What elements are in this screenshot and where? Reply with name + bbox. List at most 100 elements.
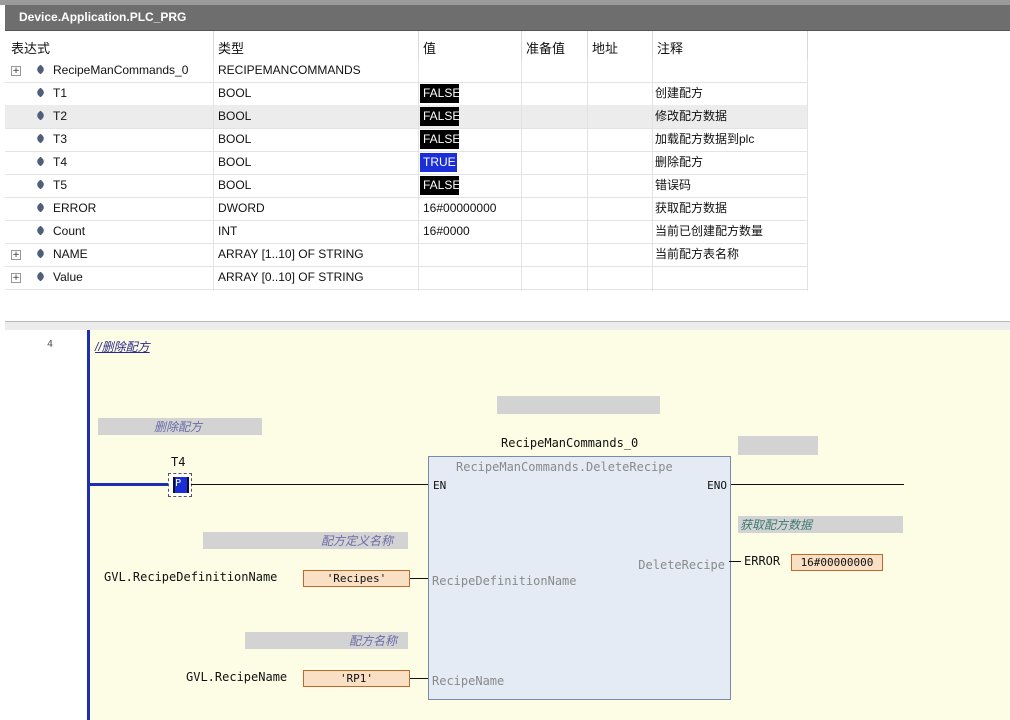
header-divider[interactable] (418, 31, 419, 59)
contact-comment-box[interactable]: 删除配方 (98, 418, 262, 435)
contact-p-label: P (175, 478, 182, 489)
comment-placeholder[interactable] (738, 436, 818, 455)
fb-instance-name[interactable]: RecipeManCommands_0 (501, 436, 638, 450)
output-variable[interactable]: ERROR (744, 554, 780, 568)
contact-selection[interactable]: P (168, 473, 192, 497)
row-type: BOOL (218, 109, 252, 123)
row-expression: Count (53, 224, 86, 238)
row-comment: 加载配方数据到plc (655, 132, 755, 146)
row-comment: 错误码 (655, 178, 692, 192)
row-type: DWORD (218, 201, 265, 215)
header-value[interactable]: 值 (423, 38, 436, 57)
column-divider (418, 59, 419, 291)
header-comment[interactable]: 注释 (657, 38, 683, 57)
row-type: ARRAY [1..10] OF STRING (218, 247, 364, 261)
row-value[interactable]: FALSE (420, 107, 460, 126)
expand-toggle[interactable]: + (11, 66, 21, 76)
input-variable-name[interactable]: GVL.RecipeName (186, 670, 287, 684)
table-row[interactable]: T5 BOOL FALSE 错误码 (5, 174, 807, 198)
contact-variable[interactable]: T4 (171, 455, 185, 469)
header-expression[interactable]: 表达式 (11, 38, 50, 57)
pin-eno[interactable]: ENO (707, 479, 727, 492)
expand-toggle[interactable]: + (11, 273, 21, 283)
header-prepared-value[interactable]: 准备值 (526, 38, 565, 57)
row-expression: T3 (53, 132, 68, 146)
input-value-name[interactable]: 'RP1' (303, 670, 410, 687)
table-row[interactable]: T3 BOOL FALSE 加载配方数据到plc (5, 128, 807, 152)
row-type: BOOL (218, 86, 252, 100)
watch-table: 表达式 类型 值 准备值 地址 注释 + RecipeManCommands_0… (5, 31, 1010, 321)
row-expression: Value (53, 270, 83, 284)
contact-comment: 删除配方 (154, 420, 203, 434)
variable-icon (35, 202, 46, 213)
variable-icon (35, 248, 46, 259)
table-row[interactable]: Count INT 16#0000 当前已创建配方数量 (5, 220, 807, 244)
network-number: 4 (47, 339, 54, 350)
table-row[interactable]: + Value ARRAY [0..10] OF STRING (5, 266, 807, 290)
variable-icon (35, 156, 46, 167)
energized-wire (90, 483, 170, 486)
input-variable-definition[interactable]: GVL.RecipeDefinitionName (104, 570, 277, 584)
row-expression: T4 (53, 155, 68, 169)
output-value[interactable]: 16#00000000 (791, 554, 883, 571)
pin-en[interactable]: EN (433, 479, 446, 492)
row-type: RECIPEMANCOMMANDS (218, 63, 361, 77)
row-type: BOOL (218, 155, 252, 169)
row-comment: 修改配方数据 (655, 109, 728, 123)
row-expression: T1 (53, 86, 68, 100)
wire (410, 678, 428, 679)
row-expression: RecipeManCommands_0 (53, 63, 189, 77)
header-divider[interactable] (652, 31, 653, 59)
header-divider[interactable] (521, 31, 522, 59)
column-divider (587, 59, 588, 291)
header-divider[interactable] (587, 31, 588, 59)
row-value[interactable]: 16#0000 (423, 220, 470, 243)
pin-recipe-definition-name[interactable]: RecipeDefinitionName (432, 574, 577, 588)
row-value[interactable]: FALSE (420, 176, 460, 195)
pin-recipe-name[interactable]: RecipeName (432, 674, 504, 688)
comment-placeholder[interactable] (497, 396, 660, 414)
row-type: BOOL (218, 132, 252, 146)
column-divider (213, 59, 214, 291)
variable-icon (35, 271, 46, 282)
variable-icon (35, 179, 46, 190)
table-row[interactable]: T4 BOOL TRUE 删除配方 (5, 151, 807, 175)
input-comment-box[interactable]: 配方定义名称 (203, 532, 408, 549)
header-divider[interactable] (213, 31, 214, 59)
table-row[interactable]: + RecipeManCommands_0 RECIPEMANCOMMANDS (5, 59, 807, 83)
column-divider (652, 59, 653, 291)
header-address[interactable]: 地址 (592, 38, 618, 57)
row-type: INT (218, 224, 238, 238)
power-rail (87, 330, 90, 720)
table-row[interactable]: T1 BOOL FALSE 创建配方 (5, 82, 807, 106)
row-comment: 当前配方表名称 (655, 247, 740, 261)
row-value[interactable]: FALSE (420, 84, 460, 103)
header-type[interactable]: 类型 (218, 38, 244, 57)
row-comment: 获取配方数据 (655, 201, 728, 215)
row-expression: NAME (53, 247, 88, 261)
header-divider[interactable] (807, 31, 808, 59)
table-row[interactable]: ERROR DWORD 16#00000000 获取配方数据 (5, 197, 807, 221)
table-row[interactable]: + NAME ARRAY [1..10] OF STRING 当前配方表名称 (5, 243, 807, 267)
input-comment-box[interactable]: 配方名称 (245, 632, 408, 649)
row-value[interactable]: FALSE (420, 130, 460, 149)
input-comment-name: 配方名称 (349, 634, 398, 648)
function-block[interactable]: RecipeManCommands.DeleteRecipe EN ENO Re… (428, 456, 731, 700)
input-value-definition[interactable]: 'Recipes' (303, 570, 410, 587)
row-expression: ERROR (53, 201, 97, 215)
row-value[interactable]: TRUE (420, 153, 457, 172)
row-value[interactable]: 16#00000000 (423, 197, 496, 220)
table-row[interactable]: T2 BOOL FALSE 修改配方数据 (5, 105, 807, 129)
row-expression: T5 (53, 178, 68, 192)
variable-icon (35, 110, 46, 121)
input-comment-definition: 配方定义名称 (321, 534, 394, 548)
pin-delete-recipe[interactable]: DeleteRecipe (638, 558, 725, 572)
row-comment: 删除配方 (655, 155, 704, 169)
wire (191, 484, 428, 485)
expand-toggle[interactable]: + (11, 250, 21, 260)
wire (410, 578, 428, 579)
output-comment-box[interactable]: 获取配方数据 (738, 516, 903, 533)
network-comment[interactable]: //删除配方 (95, 338, 150, 355)
column-divider (807, 59, 808, 291)
fb-type-name: RecipeManCommands.DeleteRecipe (456, 460, 673, 474)
